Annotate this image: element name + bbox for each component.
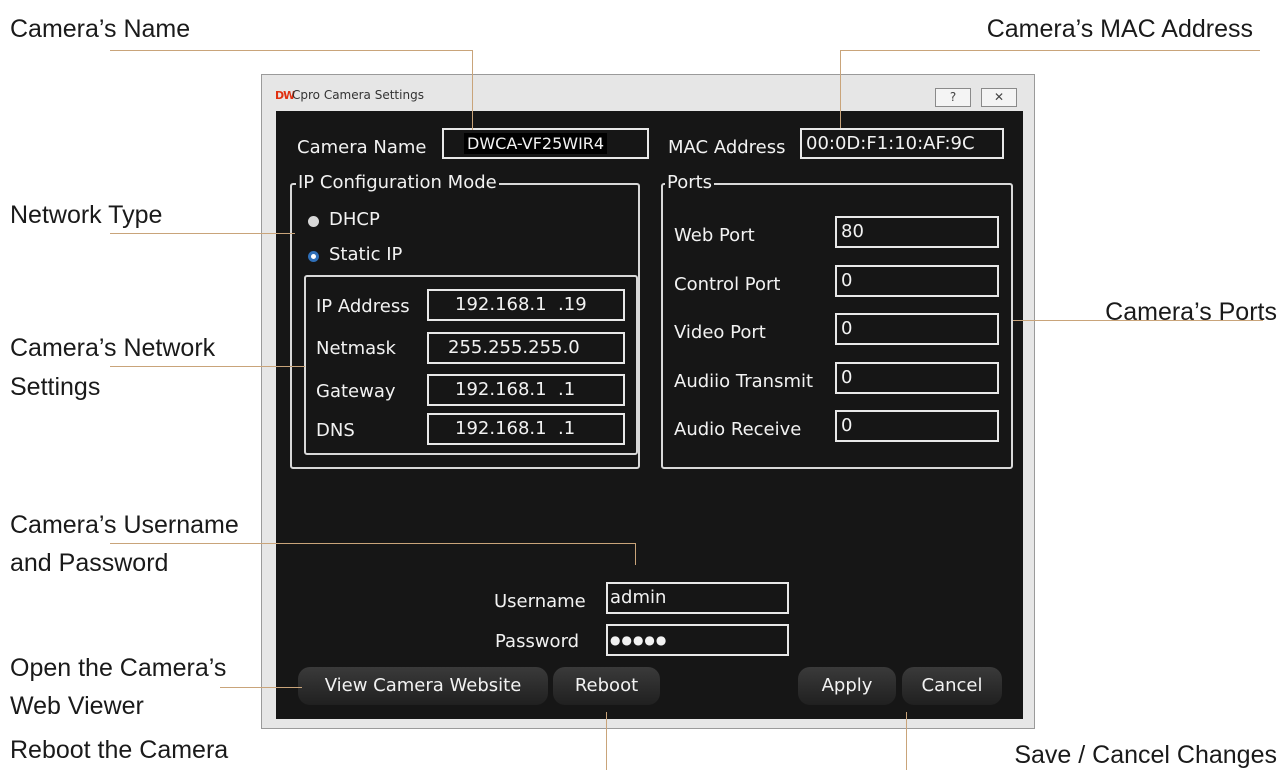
help-icon: ?	[949, 90, 957, 104]
password-label: Password	[495, 631, 580, 652]
netmask-label: Netmask	[316, 338, 396, 359]
password-value: ●●●●●	[610, 633, 668, 647]
ip-config-legend: IP Configuration Mode	[296, 172, 499, 194]
web-port-value: 80	[841, 221, 864, 242]
leader-line-mac-drop	[840, 50, 841, 128]
web-port-label: Web Port	[674, 225, 755, 246]
callout-ports: Camera’s Ports	[1105, 298, 1277, 326]
mac-address-label: MAC Address	[668, 137, 786, 158]
title-bar: DW Cpro Camera Settings ? ✕	[262, 75, 1034, 111]
mac-address-value: 00:0D:F1:10:AF:9C	[806, 133, 975, 154]
close-icon: ✕	[993, 90, 1005, 104]
camera-name-label: Camera Name	[297, 137, 427, 158]
leader-line-reboot	[606, 712, 607, 770]
ip-address-label: IP Address	[316, 296, 410, 317]
leader-line-credentials	[110, 543, 636, 544]
leader-line-camera-name	[110, 50, 473, 51]
view-camera-website-button[interactable]: View Camera Website	[298, 667, 548, 705]
gateway-value: 192.168.1 .1	[455, 379, 576, 400]
ports-legend: Ports	[665, 172, 715, 194]
audio-receive-value: 0	[841, 415, 853, 436]
ip-address-field[interactable]: 192.168.1 .19	[427, 289, 625, 321]
gateway-label: Gateway	[316, 381, 396, 402]
callout-network-type: Network Type	[10, 201, 163, 229]
camera-name-value: DWCA-VF25WIR4	[464, 133, 608, 154]
dns-label: DNS	[316, 420, 355, 441]
window-title: Cpro Camera Settings	[292, 88, 424, 102]
dhcp-label[interactable]: DHCP	[329, 209, 380, 231]
callout-mac-address: Camera’s MAC Address	[986, 15, 1253, 43]
leader-line-network-type	[110, 233, 295, 234]
video-port-label: Video Port	[674, 322, 766, 343]
cancel-button[interactable]: Cancel	[902, 667, 1002, 705]
callout-network-settings-line2: Settings	[10, 373, 101, 401]
audio-receive-field[interactable]: 0	[835, 410, 999, 442]
password-field[interactable]: ●●●●●	[606, 624, 789, 656]
ip-address-value: 192.168.1 .19	[455, 294, 587, 315]
leader-line-web-viewer	[220, 687, 302, 688]
netmask-field[interactable]: 255.255.255.0	[427, 332, 625, 364]
callout-save-cancel: Save / Cancel Changes	[1014, 741, 1277, 769]
control-port-label: Control Port	[674, 274, 781, 295]
callout-reboot: Reboot the Camera	[10, 736, 229, 764]
callout-web-viewer-line1: Open the Camera’s	[10, 654, 227, 682]
callout-credentials-line2: and Password	[10, 549, 169, 577]
audio-transmit-field[interactable]: 0	[835, 362, 999, 394]
leader-line-network-settings	[110, 366, 305, 367]
callout-network-settings-line1: Camera’s Network	[10, 334, 216, 362]
leader-line-save-cancel	[906, 712, 907, 770]
control-port-field[interactable]: 0	[835, 265, 999, 297]
audio-transmit-value: 0	[841, 367, 853, 388]
dns-value: 192.168.1 .1	[455, 418, 576, 439]
leader-line-credentials-drop	[635, 543, 636, 565]
username-label: Username	[494, 591, 586, 612]
video-port-field[interactable]: 0	[835, 313, 999, 345]
static-ip-label[interactable]: Static IP	[329, 244, 402, 266]
dhcp-radio[interactable]	[308, 216, 319, 227]
username-field[interactable]: admin	[606, 582, 789, 614]
audio-transmit-label: Audiio Transmit	[674, 371, 814, 392]
username-value: admin	[610, 587, 667, 608]
callout-credentials-line1: Camera’s Username	[10, 511, 239, 539]
close-button[interactable]: ✕	[981, 88, 1017, 107]
camera-settings-dialog: DW Cpro Camera Settings ? ✕ Camera Name …	[261, 74, 1035, 729]
control-port-value: 0	[841, 270, 853, 291]
help-button[interactable]: ?	[935, 88, 971, 107]
web-port-field[interactable]: 80	[835, 216, 999, 248]
settings-panel: Camera Name DWCA-VF25WIR4 MAC Address 00…	[276, 111, 1023, 719]
reboot-button[interactable]: Reboot	[553, 667, 660, 705]
callout-web-viewer-line2: Web Viewer	[10, 692, 144, 720]
leader-line-mac	[840, 50, 1260, 51]
video-port-value: 0	[841, 318, 853, 339]
apply-button[interactable]: Apply	[798, 667, 896, 705]
camera-name-field[interactable]: DWCA-VF25WIR4	[442, 128, 649, 159]
static-ip-radio[interactable]	[308, 251, 319, 262]
dns-field[interactable]: 192.168.1 .1	[427, 413, 625, 445]
leader-line-ports	[1013, 320, 1263, 321]
audio-receive-label: Audio Receive	[674, 419, 802, 440]
gateway-field[interactable]: 192.168.1 .1	[427, 374, 625, 406]
callout-camera-name: Camera’s Name	[10, 15, 191, 43]
mac-address-field[interactable]: 00:0D:F1:10:AF:9C	[800, 128, 1004, 159]
leader-line-camera-name-drop	[472, 50, 473, 130]
netmask-value: 255.255.255.0	[448, 337, 580, 358]
